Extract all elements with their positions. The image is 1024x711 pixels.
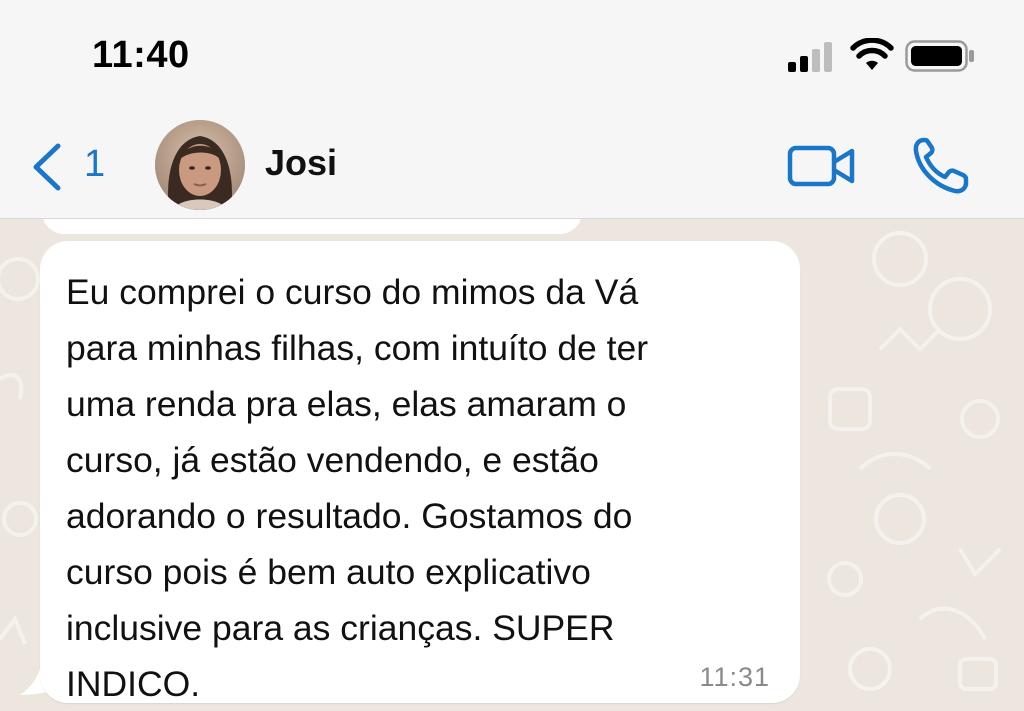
avatar[interactable] <box>155 120 245 210</box>
status-bar: 11:40 <box>0 0 1024 110</box>
back-button[interactable]: 1 <box>28 138 118 198</box>
previous-message-bubble <box>42 219 582 234</box>
phone-icon <box>913 137 969 194</box>
avatar-photo <box>155 120 245 210</box>
wifi-icon <box>850 38 894 70</box>
chevron-left-icon <box>33 143 61 191</box>
message-timestamp: 11:31 <box>699 662 770 692</box>
chat-header: 1 Josi <box>0 110 1024 219</box>
status-time: 11:40 <box>92 34 190 76</box>
video-call-button[interactable] <box>786 138 858 194</box>
cellular-signal-icon <box>788 42 832 72</box>
battery-icon <box>905 40 974 72</box>
message-text: Eu comprei o curso do mimos da Vá para m… <box>66 272 649 704</box>
unread-count: 1 <box>84 143 106 185</box>
chat-area[interactable]: Eu comprei o curso do mimos da Vá para m… <box>0 219 1024 711</box>
message-bubble[interactable]: Eu comprei o curso do mimos da Vá para m… <box>40 241 800 704</box>
voice-call-button[interactable] <box>910 134 970 198</box>
contact-name[interactable]: Josi <box>265 142 337 184</box>
video-camera-icon <box>787 145 855 187</box>
